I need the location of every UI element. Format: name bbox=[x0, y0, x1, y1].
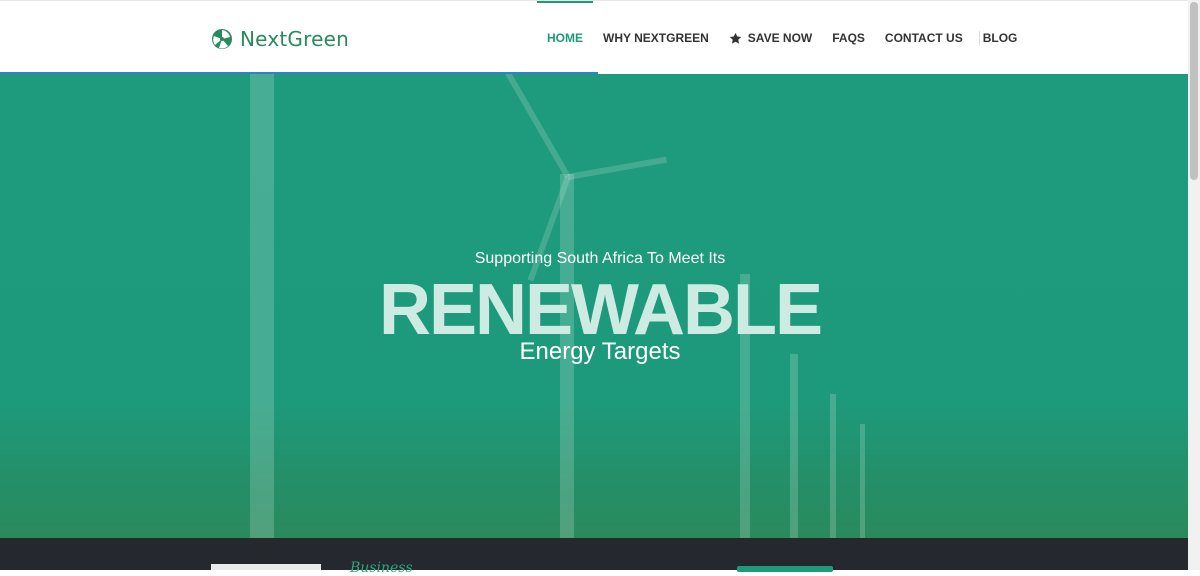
nav-contact-us[interactable]: CONTACT US bbox=[875, 1, 973, 75]
main-nav: HOME WHY NEXTGREEN SAVE NOW FAQS CONTACT… bbox=[537, 1, 1027, 75]
site-header: NextGreen HOME WHY NEXTGREEN SAVE NOW FA… bbox=[0, 0, 1188, 74]
nav-why-label: WHY NEXTGREEN bbox=[603, 31, 709, 45]
nav-faqs-label: FAQS bbox=[832, 31, 865, 45]
brand-logo[interactable]: NextGreen bbox=[211, 27, 349, 51]
page-scrollbar[interactable] bbox=[1188, 0, 1200, 570]
hero-subtitle: Supporting South Africa To Meet Its bbox=[474, 250, 726, 267]
nav-contact-label: CONTACT US bbox=[884, 31, 963, 45]
services-section: Business bbox=[0, 538, 1188, 576]
nav-save-now[interactable]: SAVE NOW bbox=[719, 1, 822, 75]
section-heading-partial bbox=[211, 564, 321, 572]
star-icon bbox=[729, 32, 741, 44]
hero-tagline: Energy Targets bbox=[519, 338, 681, 365]
nav-divider bbox=[979, 31, 980, 45]
scrollbar-thumb[interactable] bbox=[1190, 2, 1198, 180]
nav-why-nextgreen[interactable]: WHY NEXTGREEN bbox=[593, 1, 719, 75]
cta-button[interactable] bbox=[737, 566, 833, 572]
nav-save-label: SAVE NOW bbox=[747, 31, 813, 45]
nav-home[interactable]: HOME bbox=[537, 1, 593, 75]
nav-blog-label: BLOG bbox=[982, 31, 1018, 45]
nav-blog[interactable]: BLOG bbox=[973, 1, 1028, 75]
section-script-text: Business bbox=[350, 560, 413, 576]
nav-faqs[interactable]: FAQS bbox=[822, 1, 875, 75]
nav-home-label: HOME bbox=[547, 31, 583, 45]
brand-name: NextGreen bbox=[240, 27, 349, 51]
hero-banner: Supporting South Africa To Meet Its RENE… bbox=[0, 74, 1188, 538]
leaf-logo-icon bbox=[212, 29, 232, 49]
